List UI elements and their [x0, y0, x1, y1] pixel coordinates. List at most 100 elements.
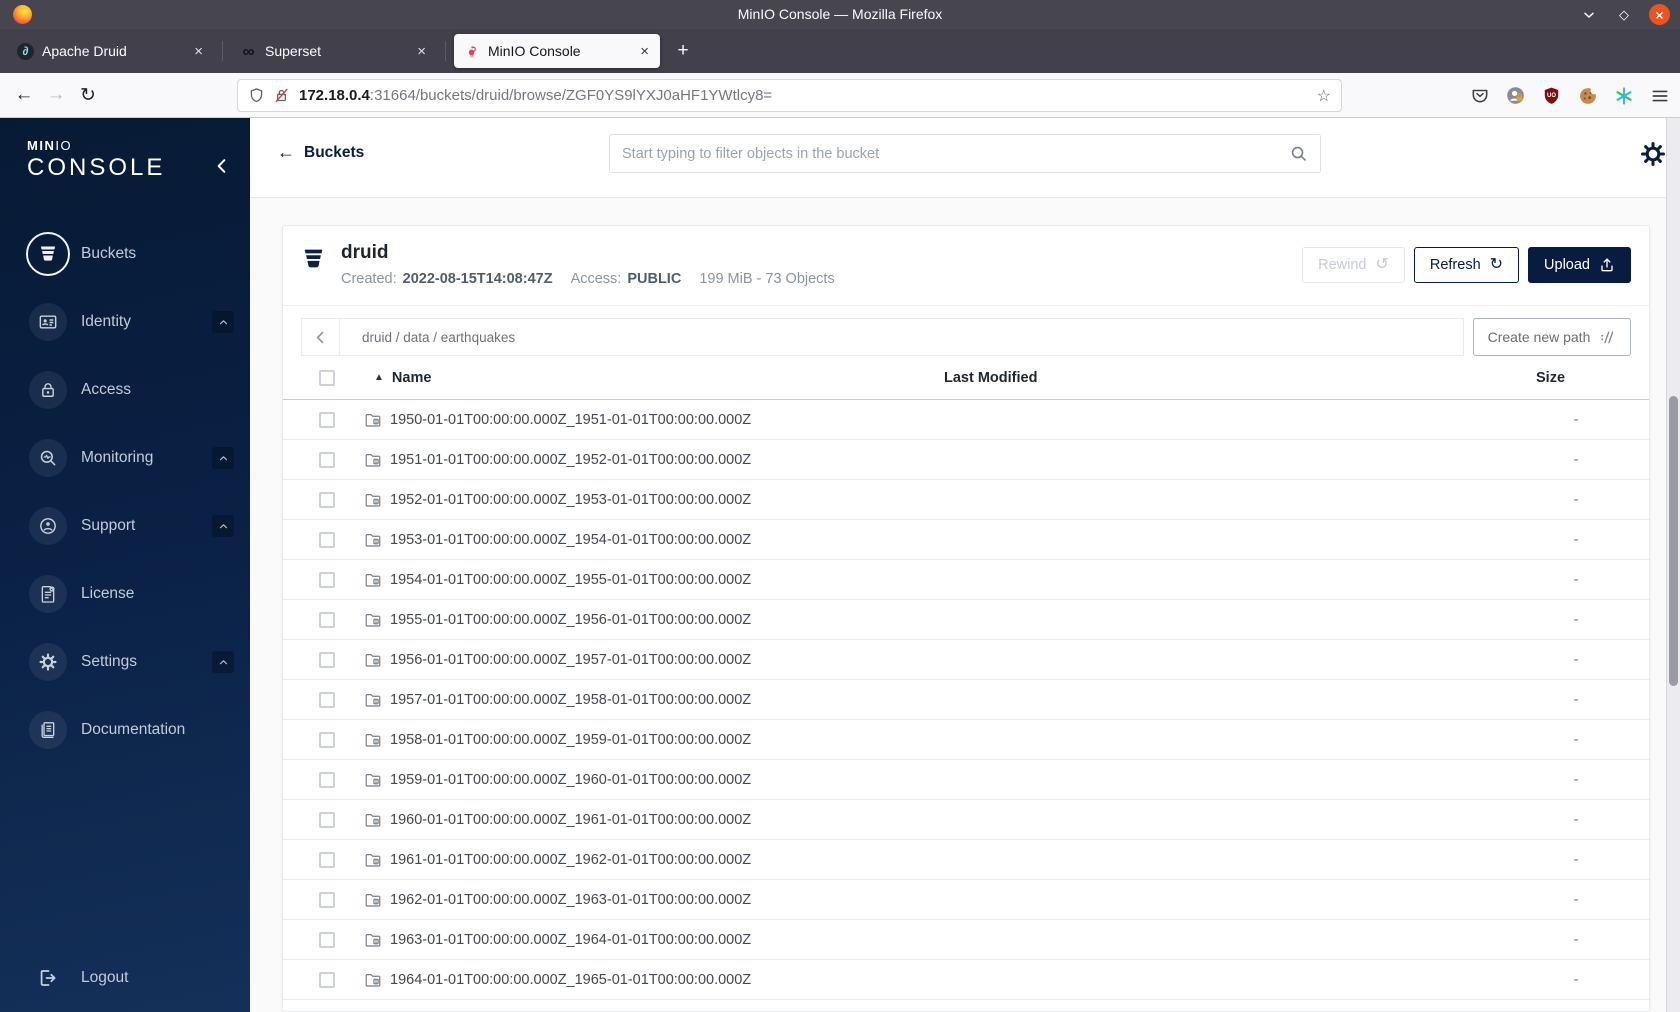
account-extension-icon[interactable] [1505, 85, 1526, 106]
asterisk-extension-icon[interactable] [1613, 85, 1634, 106]
row-checkbox[interactable] [319, 611, 335, 628]
object-name-cell[interactable]: 1961-01-01T00:00:00.000Z_1962-01-01T00:0… [364, 851, 944, 869]
pocket-icon[interactable] [1469, 85, 1490, 106]
url-text[interactable]: 172.18.0.4:31664/buckets/druid/browse/ZG… [299, 87, 1309, 104]
row-checkbox[interactable] [319, 891, 335, 908]
row-checkbox[interactable] [319, 811, 335, 828]
sidebar-item-identity[interactable]: Identity [0, 288, 250, 356]
tab-minio-console[interactable]: MinIO Console × [454, 34, 660, 68]
object-name-cell[interactable]: 1953-01-01T00:00:00.000Z_1954-01-01T00:0… [364, 531, 944, 549]
object-name-cell[interactable]: 1963-01-01T00:00:00.000Z_1964-01-01T00:0… [364, 931, 944, 949]
reload-button[interactable]: ↻ [72, 84, 104, 107]
minimize-button[interactable] [1579, 5, 1599, 25]
object-name-cell[interactable]: 1957-01-01T00:00:00.000Z_1958-01-01T00:0… [364, 691, 944, 709]
tab-apache-druid[interactable]: ∂ Apache Druid × [8, 34, 214, 68]
row-checkbox[interactable] [319, 931, 335, 948]
object-name-cell[interactable]: 1956-01-01T00:00:00.000Z_1957-01-01T00:0… [364, 651, 944, 669]
bookmark-star-icon[interactable]: ☆ [1317, 86, 1331, 106]
sidebar-item-support[interactable]: Support [0, 492, 250, 560]
tab-close-icon[interactable]: × [192, 43, 205, 60]
sidebar-item-settings[interactable]: Settings [0, 628, 250, 696]
name-column-header[interactable]: ▲ Name [364, 370, 944, 386]
object-name-cell[interactable]: 1959-01-01T00:00:00.000Z_1960-01-01T00:0… [364, 771, 944, 789]
row-checkbox[interactable] [319, 691, 335, 708]
path-back-chevron[interactable] [302, 319, 340, 355]
object-filter-search[interactable] [609, 134, 1321, 173]
object-name-cell[interactable]: 1951-01-01T00:00:00.000Z_1952-01-01T00:0… [364, 451, 944, 469]
row-checkbox[interactable] [319, 971, 335, 988]
select-all-checkbox[interactable] [319, 369, 335, 386]
table-row[interactable]: 1959-01-01T00:00:00.000Z_1960-01-01T00:0… [283, 760, 1649, 800]
table-row[interactable]: 1953-01-01T00:00:00.000Z_1954-01-01T00:0… [283, 520, 1649, 560]
menu-hamburger-icon[interactable] [1649, 85, 1670, 106]
refresh-button[interactable]: Refresh ↻ [1413, 247, 1520, 283]
table-row[interactable]: 1950-01-01T00:00:00.000Z_1951-01-01T00:0… [283, 400, 1649, 440]
collapse-caret-icon[interactable] [212, 651, 234, 673]
insecure-lock-icon[interactable] [273, 87, 290, 104]
back-button[interactable]: ← [8, 84, 40, 106]
table-row[interactable]: 1955-01-01T00:00:00.000Z_1956-01-01T00:0… [283, 600, 1649, 640]
table-row[interactable]: 1957-01-01T00:00:00.000Z_1958-01-01T00:0… [283, 680, 1649, 720]
row-checkbox[interactable] [319, 851, 335, 868]
window-title: MinIO Console — Mozilla Firefox [737, 6, 943, 22]
upload-button[interactable]: Upload [1528, 247, 1631, 283]
row-checkbox[interactable] [319, 411, 335, 428]
sidebar-item-logout[interactable]: Logout [0, 944, 250, 1012]
row-checkbox[interactable] [319, 531, 335, 548]
tracking-shield-icon[interactable] [248, 87, 265, 104]
object-name-cell[interactable]: 1960-01-01T00:00:00.000Z_1961-01-01T00:0… [364, 811, 944, 829]
object-name-cell[interactable]: 1954-01-01T00:00:00.000Z_1955-01-01T00:0… [364, 571, 944, 589]
table-row[interactable]: 1952-01-01T00:00:00.000Z_1953-01-01T00:0… [283, 480, 1649, 520]
row-checkbox[interactable] [319, 451, 335, 468]
table-row[interactable]: 1964-01-01T00:00:00.000Z_1965-01-01T00:0… [283, 960, 1649, 1000]
table-row[interactable]: 1961-01-01T00:00:00.000Z_1962-01-01T00:0… [283, 840, 1649, 880]
console-settings-gear-icon[interactable] [1639, 140, 1667, 168]
tab-superset[interactable]: ∞ Superset × [231, 34, 437, 68]
table-row[interactable]: 1956-01-01T00:00:00.000Z_1957-01-01T00:0… [283, 640, 1649, 680]
object-name-cell[interactable]: 1958-01-01T00:00:00.000Z_1959-01-01T00:0… [364, 731, 944, 749]
row-checkbox[interactable] [319, 571, 335, 588]
size-column-header: Size [1536, 369, 1566, 386]
forward-button[interactable]: → [40, 84, 72, 106]
close-button[interactable]: × [1649, 4, 1670, 25]
breadcrumb[interactable]: druid / data / earthquakes [340, 330, 515, 345]
table-row[interactable]: 1962-01-01T00:00:00.000Z_1963-01-01T00:0… [283, 880, 1649, 920]
row-checkbox[interactable] [319, 651, 335, 668]
create-new-path-button[interactable]: Create new path [1473, 318, 1631, 356]
ublock-icon[interactable]: UO [1541, 85, 1562, 106]
table-row[interactable]: 1963-01-01T00:00:00.000Z_1964-01-01T00:0… [283, 920, 1649, 960]
cookie-extension-icon[interactable] [1577, 85, 1598, 106]
sidebar-item-access[interactable]: Access [0, 356, 250, 424]
window-titlebar: MinIO Console — Mozilla Firefox ◇ × [0, 0, 1680, 29]
url-bar[interactable]: 172.18.0.4:31664/buckets/druid/browse/ZG… [237, 79, 1342, 112]
search-input[interactable] [622, 145, 1289, 162]
object-name-cell[interactable]: 1950-01-01T00:00:00.000Z_1951-01-01T00:0… [364, 411, 944, 429]
new-tab-button[interactable]: + [668, 36, 698, 66]
tab-close-icon[interactable]: × [638, 43, 651, 60]
collapse-caret-icon[interactable] [212, 447, 234, 469]
table-row[interactable]: 1954-01-01T00:00:00.000Z_1955-01-01T00:0… [283, 560, 1649, 600]
row-checkbox[interactable] [319, 771, 335, 788]
sidebar-item-documentation[interactable]: Documentation [0, 696, 250, 764]
collapse-caret-icon[interactable] [212, 515, 234, 537]
sidebar-item-monitoring[interactable]: Monitoring [0, 424, 250, 492]
table-row[interactable]: 1960-01-01T00:00:00.000Z_1961-01-01T00:0… [283, 800, 1649, 840]
rewind-button[interactable]: Rewind ↺ [1302, 247, 1405, 283]
row-checkbox[interactable] [319, 491, 335, 508]
page-scrollbar[interactable] [1666, 118, 1680, 1012]
object-name-cell[interactable]: 1955-01-01T00:00:00.000Z_1956-01-01T00:0… [364, 611, 944, 629]
sidebar-collapse-icon[interactable] [212, 156, 232, 176]
tab-close-icon[interactable]: × [415, 43, 428, 60]
sidebar-item-buckets[interactable]: Buckets [0, 220, 250, 288]
back-to-buckets-link[interactable]: ← Buckets [277, 142, 364, 163]
row-checkbox[interactable] [319, 731, 335, 748]
object-name-cell[interactable]: 1964-01-01T00:00:00.000Z_1965-01-01T00:0… [364, 971, 944, 989]
table-row[interactable]: 1958-01-01T00:00:00.000Z_1959-01-01T00:0… [283, 720, 1649, 760]
scrollbar-thumb[interactable] [1669, 396, 1678, 686]
maximize-button[interactable]: ◇ [1614, 5, 1634, 25]
object-name-cell[interactable]: 1962-01-01T00:00:00.000Z_1963-01-01T00:0… [364, 891, 944, 909]
object-name-cell[interactable]: 1952-01-01T00:00:00.000Z_1953-01-01T00:0… [364, 491, 944, 509]
table-row[interactable]: 1951-01-01T00:00:00.000Z_1952-01-01T00:0… [283, 440, 1649, 480]
sidebar-item-license[interactable]: License [0, 560, 250, 628]
collapse-caret-icon[interactable] [212, 311, 234, 333]
